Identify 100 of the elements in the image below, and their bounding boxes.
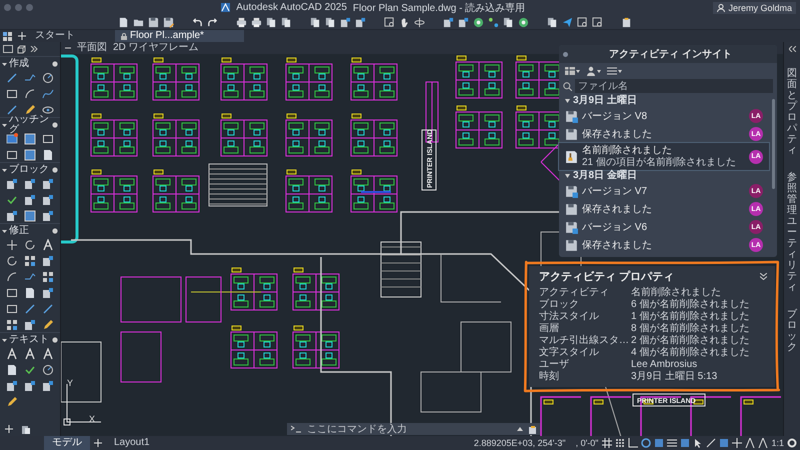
rotate-icon[interactable] bbox=[6, 255, 18, 267]
block-icon[interactable] bbox=[340, 16, 351, 28]
curve-icon[interactable] bbox=[42, 88, 54, 100]
block-icon[interactable] bbox=[6, 380, 18, 392]
layout-tab[interactable]: モデル bbox=[44, 436, 90, 450]
document-tab[interactable]: スタート bbox=[29, 30, 115, 42]
double-chevron-icon[interactable] bbox=[788, 46, 796, 52]
square-icon[interactable] bbox=[719, 438, 730, 448]
expand-triangle-icon[interactable] bbox=[565, 99, 570, 103]
square-icon[interactable] bbox=[680, 438, 690, 448]
pages-icon[interactable] bbox=[325, 16, 336, 28]
slash-icon[interactable] bbox=[706, 438, 716, 448]
search-field[interactable]: ファイル名 bbox=[575, 79, 773, 93]
grid-icon[interactable] bbox=[3, 32, 12, 40]
filled-square-icon[interactable] bbox=[24, 149, 36, 161]
undo-icon[interactable] bbox=[192, 16, 203, 28]
side-tab[interactable]: ブロック bbox=[787, 309, 797, 353]
magnifier-icon[interactable] bbox=[592, 16, 603, 28]
plus-icon[interactable] bbox=[18, 32, 26, 40]
line-icon[interactable] bbox=[42, 303, 54, 315]
square-icon[interactable] bbox=[654, 438, 664, 448]
rotate-icon[interactable] bbox=[24, 239, 36, 251]
cross-icon[interactable] bbox=[732, 438, 742, 448]
scale-selector[interactable]: 1:1 bbox=[771, 438, 784, 448]
circle-icon[interactable] bbox=[42, 72, 54, 84]
rectangle-icon[interactable] bbox=[42, 133, 54, 145]
pencil-icon[interactable] bbox=[42, 319, 54, 331]
pages-icon[interactable] bbox=[281, 16, 292, 28]
filter-dropdown[interactable] bbox=[586, 66, 601, 76]
pencil-icon[interactable] bbox=[24, 104, 36, 116]
redo-icon[interactable] bbox=[207, 16, 218, 28]
gear-icon[interactable] bbox=[52, 122, 58, 128]
side-tab[interactable]: 参照管理ユーティリティ bbox=[787, 172, 797, 293]
gear-icon[interactable] bbox=[52, 167, 58, 173]
hash-icon[interactable] bbox=[602, 438, 612, 448]
pages-icon[interactable] bbox=[21, 425, 30, 434]
magnifier-icon[interactable] bbox=[577, 16, 588, 28]
scrollbar[interactable] bbox=[772, 99, 775, 189]
dots-icon[interactable] bbox=[488, 16, 499, 28]
page-icon[interactable] bbox=[42, 149, 54, 161]
block-icon[interactable] bbox=[42, 194, 54, 206]
magnifier-icon[interactable] bbox=[384, 16, 395, 28]
printer-icon[interactable] bbox=[236, 16, 247, 28]
viewport-control[interactable]: 2D ワイヤフレーム bbox=[113, 43, 199, 53]
block-icon[interactable] bbox=[42, 255, 54, 267]
hatch-icon[interactable] bbox=[6, 133, 18, 145]
cube-icon[interactable] bbox=[17, 44, 26, 54]
gear-icon[interactable] bbox=[52, 337, 58, 343]
check-icon[interactable] bbox=[6, 194, 18, 206]
expand-triangle-icon[interactable] bbox=[565, 174, 570, 178]
orbit-icon[interactable] bbox=[414, 16, 425, 28]
filled-square-icon[interactable] bbox=[24, 133, 36, 145]
circle-icon[interactable] bbox=[641, 438, 652, 448]
layout-tab[interactable]: Layout1 bbox=[106, 436, 158, 450]
hand-icon[interactable] bbox=[399, 16, 410, 28]
clipboard-icon[interactable] bbox=[621, 16, 632, 28]
block-icon[interactable] bbox=[443, 16, 454, 28]
double-chevron-icon[interactable] bbox=[30, 46, 38, 52]
viewport-control[interactable]: 平面図 bbox=[77, 43, 107, 53]
plus-icon[interactable] bbox=[5, 425, 13, 433]
user-account-button[interactable]: Jeremy Goldma bbox=[713, 2, 796, 14]
line-icon[interactable] bbox=[24, 303, 36, 315]
block-icon[interactable] bbox=[42, 287, 54, 299]
expand-triangle-icon[interactable] bbox=[2, 168, 7, 172]
block-icon[interactable] bbox=[24, 194, 36, 206]
document-tab[interactable]: Floor Pl...ample* bbox=[115, 30, 244, 42]
move-arrows-icon[interactable] bbox=[6, 239, 18, 251]
lines-icon[interactable] bbox=[667, 438, 678, 448]
plus-icon[interactable] bbox=[94, 439, 102, 447]
clipboard-icon[interactable] bbox=[527, 424, 536, 434]
block-icon[interactable] bbox=[24, 380, 36, 392]
gear-icon[interactable] bbox=[787, 438, 797, 448]
page-icon[interactable] bbox=[6, 364, 18, 376]
filter-dropdown[interactable] bbox=[565, 66, 580, 76]
pages-icon[interactable] bbox=[310, 16, 321, 28]
filled-square-icon[interactable] bbox=[24, 210, 36, 222]
minus-icon[interactable] bbox=[65, 45, 71, 51]
viewport-icon[interactable] bbox=[3, 45, 13, 53]
expand-triangle-icon[interactable] bbox=[2, 122, 7, 128]
gear-icon[interactable] bbox=[52, 228, 58, 234]
rectangle-icon[interactable] bbox=[6, 149, 18, 161]
pencil-icon[interactable] bbox=[6, 396, 18, 408]
dot-icon[interactable] bbox=[563, 52, 568, 56]
block-icon[interactable] bbox=[6, 210, 18, 222]
caret-icon[interactable] bbox=[517, 427, 523, 431]
gear-icon[interactable] bbox=[52, 61, 58, 67]
grid-icon[interactable] bbox=[42, 271, 54, 283]
expand-triangle-icon[interactable] bbox=[2, 228, 7, 234]
block-icon[interactable] bbox=[458, 16, 469, 28]
arc-icon[interactable] bbox=[6, 271, 18, 283]
page-icon[interactable] bbox=[24, 287, 36, 299]
grid-icon[interactable] bbox=[6, 319, 18, 331]
floppy-pencil-icon[interactable] bbox=[163, 16, 174, 28]
double-chevron-down-icon[interactable] bbox=[760, 273, 767, 280]
block-icon[interactable] bbox=[42, 178, 54, 190]
angle-icon[interactable] bbox=[628, 438, 638, 448]
pages-icon[interactable] bbox=[503, 16, 514, 28]
arc-icon[interactable] bbox=[24, 88, 36, 100]
block-icon[interactable] bbox=[355, 16, 366, 28]
side-tab[interactable]: 図面とプロパティ bbox=[787, 68, 797, 156]
